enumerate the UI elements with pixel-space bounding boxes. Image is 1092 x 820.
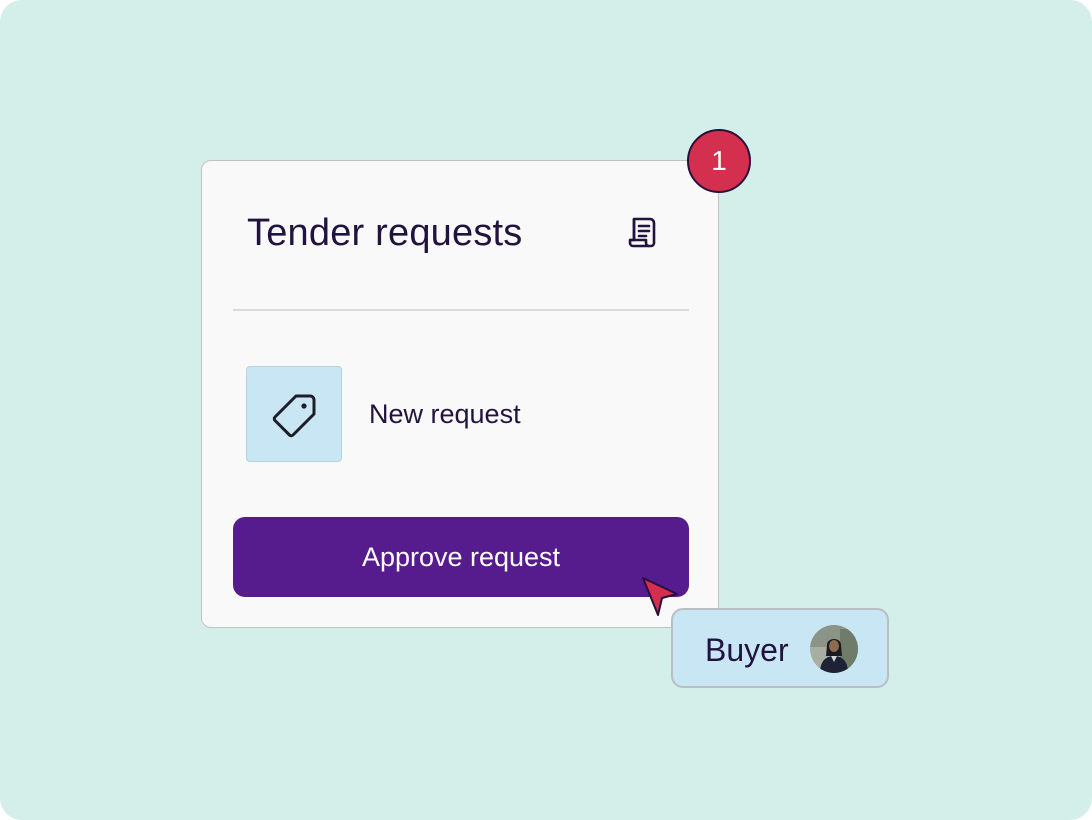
avatar: [810, 625, 858, 673]
card-title: Tender requests: [247, 212, 523, 254]
list-item-new-request[interactable]: New request: [246, 366, 686, 462]
tender-requests-card: Tender requests New request Approve requ…: [201, 160, 719, 628]
card-divider: [233, 309, 689, 311]
item-label: New request: [369, 399, 521, 429]
user-role-chip: Buyer: [671, 608, 889, 688]
document-icon[interactable]: [626, 214, 662, 250]
notification-badge: 1: [687, 129, 751, 193]
user-role-label: Buyer: [705, 632, 789, 668]
item-icon-container: [246, 366, 342, 462]
tag-icon: [272, 394, 316, 438]
canvas-background: Tender requests New request Approve requ…: [0, 0, 1092, 820]
approve-request-button[interactable]: Approve request: [233, 517, 689, 597]
